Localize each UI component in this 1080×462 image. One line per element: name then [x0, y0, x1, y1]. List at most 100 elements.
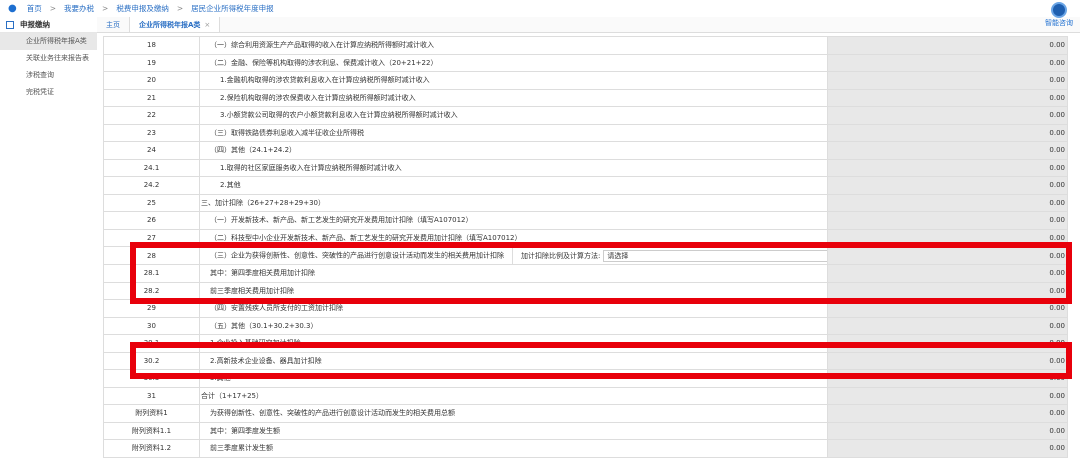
- row-description-text: （五）其他（30.1+30.2+30.3）: [210, 321, 318, 330]
- row-description-text: 3.其他: [210, 374, 231, 383]
- row-description: 1.企业投入基础研究加计扣除: [199, 334, 828, 353]
- row-description-text: 2.保险机构取得的涉农保费收入在计算应纳税所得额时减计收入: [220, 93, 416, 102]
- row-value: 0.00: [827, 228, 1068, 247]
- row-number: 附列资料1.2: [103, 439, 200, 458]
- breadcrumb-filing[interactable]: 税费申报及缴纳: [116, 3, 169, 14]
- sidebar-item-tax-certificate[interactable]: 完税凭证: [0, 84, 97, 101]
- table-row: 附列资料1.2 前三季度累计发生额 0.00: [103, 439, 1068, 458]
- breadcrumb-tax[interactable]: 我要办税: [64, 3, 94, 14]
- row-description-text: （二）科技型中小企业开发新技术、新产品、新工艺发生的研究开发费用加计扣除（填写A…: [210, 233, 522, 242]
- close-icon[interactable]: ×: [204, 21, 210, 29]
- row-description-text: （三）取得铁路债券利息收入减半征收企业所得税: [210, 128, 364, 137]
- sidebar-item-related-report[interactable]: 关联业务往来报告表: [0, 50, 97, 67]
- sidebar: 申报缴纳 企业所得税年报A类 关联业务往来报告表 涉税查询 完税凭证: [0, 17, 97, 462]
- table-row: 24.1 1.取得的社区家庭服务收入在计算应纳税所得额时减计收入 0.00: [103, 158, 1068, 177]
- table-row: 28.1 其中：第四季度相关费用加计扣除 0.00: [103, 264, 1068, 283]
- table-row: 22 3.小额贷款公司取得的农户小额贷款利息收入在计算应纳税所得额时减计收入 0.0…: [103, 106, 1068, 125]
- row-number: 23: [103, 123, 200, 142]
- row-value: 0.00: [827, 439, 1068, 458]
- row-value: 0.00: [827, 88, 1068, 107]
- row-value: 0.00: [827, 421, 1068, 440]
- row-description: （三）企业为获得创新性、创意性、突破性的产品进行创意设计活动而发生的相关费用加计…: [199, 246, 828, 265]
- row-description-text: 合计（1+17+25）: [201, 391, 263, 400]
- row-number: 30.1: [103, 334, 200, 353]
- row-value: 0.00: [827, 264, 1068, 283]
- row-number: 24: [103, 141, 200, 160]
- row-number: 19: [103, 53, 200, 72]
- select-value: 请选择: [607, 251, 629, 260]
- table-row: 31 合计（1+17+25） 0.00: [103, 386, 1068, 405]
- row-description: （四）安置残疾人员所支付的工资加计扣除: [199, 299, 828, 318]
- row-description-text: （二）金融、保险等机构取得的涉农利息、保费减计收入（20+21+22）: [210, 58, 438, 67]
- table-row: 24.2 2.其他 0.00: [103, 176, 1068, 195]
- tab-home[interactable]: 主页: [97, 17, 130, 32]
- row-value: 0.00: [827, 404, 1068, 423]
- row-description-text: 前三季度相关费用加计扣除: [210, 286, 294, 295]
- assistant-label: 智能咨询: [1045, 19, 1073, 28]
- row-description: 1.取得的社区家庭服务收入在计算应纳税所得额时减计收入: [199, 158, 828, 177]
- table-row: 18 （一）综合利用资源生产产品取得的收入在计算应纳税所得额时减计收入 0.00: [103, 36, 1068, 55]
- row-value: 0.00: [827, 141, 1068, 160]
- tax-form-table: 18 （一）综合利用资源生产产品取得的收入在计算应纳税所得额时减计收入 0.00 19…: [103, 36, 1068, 458]
- row-number: 20: [103, 71, 200, 90]
- row-number: 28: [103, 246, 200, 265]
- row-description-text: 3.小额贷款公司取得的农户小额贷款利息收入在计算应纳税所得额时减计收入: [220, 111, 458, 120]
- row-description: 2.高新技术企业设备、器具加计扣除: [199, 351, 828, 370]
- row-description-text: 为获得创新性、创意性、突破性的产品进行创意设计活动而发生的相关费用总额: [210, 409, 455, 418]
- row-description-text: （一）综合利用资源生产产品取得的收入在计算应纳税所得额时减计收入: [210, 41, 434, 50]
- row-value: 0.00: [827, 386, 1068, 405]
- row-number: 27: [103, 228, 200, 247]
- row-description: （五）其他（30.1+30.2+30.3）: [199, 316, 828, 335]
- table-row: 29 （四）安置残疾人员所支付的工资加计扣除 0.00: [103, 299, 1068, 318]
- assistant-avatar-icon: [1051, 2, 1067, 18]
- row-number: 30: [103, 316, 200, 335]
- breadcrumb: ● 首页 > 我要办税 > 税费申报及缴纳 > 居民企业所得税年度申报: [0, 0, 1080, 17]
- row-value: 0.00: [827, 211, 1068, 230]
- row-number: 29: [103, 299, 200, 318]
- row-value: 0.00: [827, 281, 1068, 300]
- smart-assistant-button[interactable]: 智能咨询: [1040, 2, 1078, 28]
- table-row: 30.1 1.企业投入基础研究加计扣除 0.00: [103, 334, 1068, 353]
- table-row: 28.2 前三季度相关费用加计扣除 0.00: [103, 281, 1068, 300]
- table-row: 24 （四）其他（24.1+24.2） 0.00: [103, 141, 1068, 160]
- table-row: 26 （一）开发新技术、新产品、新工艺发生的研究开发费用加计扣除（填写A10701…: [103, 211, 1068, 230]
- row-description: 2.其他: [199, 176, 828, 195]
- row-description-text: 2.高新技术企业设备、器具加计扣除: [210, 356, 322, 365]
- table-row: 28 （三）企业为获得创新性、创意性、突破性的产品进行创意设计活动而发生的相关费用…: [103, 246, 1068, 265]
- breadcrumb-home[interactable]: 首页: [27, 3, 42, 14]
- row-number: 28.1: [103, 264, 200, 283]
- breadcrumb-annual[interactable]: 居民企业所得税年度申报: [191, 3, 274, 14]
- row-description: 三、加计扣除（26+27+28+29+30）: [199, 193, 828, 212]
- tab-bar: 主页 企业所得税年报A类 ×: [97, 17, 1080, 33]
- table-row: 附列资料1 为获得创新性、创意性、突破性的产品进行创意设计活动而发生的相关费用总额…: [103, 404, 1068, 423]
- sidebar-header[interactable]: 申报缴纳: [0, 17, 97, 33]
- sidebar-item-annual-a[interactable]: 企业所得税年报A类: [0, 33, 97, 50]
- tab-label: 主页: [106, 21, 120, 29]
- table-row: 附列资料1.1 其中：第四季度发生额 0.00: [103, 421, 1068, 440]
- breadcrumb-separator: >: [176, 4, 184, 13]
- row-description: （三）取得铁路债券利息收入减半征收企业所得税: [199, 123, 828, 142]
- row-description: （二）科技型中小企业开发新技术、新产品、新工艺发生的研究开发费用加计扣除（填写A…: [199, 228, 828, 247]
- row-value: 0.00: [827, 334, 1068, 353]
- table-row: 21 2.保险机构取得的涉农保费收入在计算应纳税所得额时减计收入 0.00: [103, 88, 1068, 107]
- row-number: 28.2: [103, 281, 200, 300]
- table-row: 30 （五）其他（30.1+30.2+30.3） 0.00: [103, 316, 1068, 335]
- row-value: 0.00: [827, 106, 1068, 125]
- row-value: 0.00: [827, 53, 1068, 72]
- deduction-method-select[interactable]: 加计扣除比例及计算方法:请选择▾: [512, 247, 827, 264]
- row-number: 30.3: [103, 369, 200, 388]
- row-description: （四）其他（24.1+24.2）: [199, 141, 828, 160]
- sidebar-title: 申报缴纳: [20, 20, 50, 29]
- tab-annual-a[interactable]: 企业所得税年报A类 ×: [130, 17, 221, 32]
- row-value: 0.00: [827, 158, 1068, 177]
- row-value: 0.00: [827, 299, 1068, 318]
- row-description: （一）综合利用资源生产产品取得的收入在计算应纳税所得额时减计收入: [199, 36, 828, 55]
- sidebar-item-tax-query[interactable]: 涉税查询: [0, 67, 97, 84]
- table-row: 19 （二）金融、保险等机构取得的涉农利息、保费减计收入（20+21+22） 0.0…: [103, 53, 1068, 72]
- table-row: 25 三、加计扣除（26+27+28+29+30） 0.00: [103, 193, 1068, 212]
- row-value: 0.00: [827, 71, 1068, 90]
- table-row: 30.3 3.其他 0.00: [103, 369, 1068, 388]
- row-value: 0.00: [827, 176, 1068, 195]
- row-number: 21: [103, 88, 200, 107]
- row-description-text: 前三季度累计发生额: [210, 444, 273, 453]
